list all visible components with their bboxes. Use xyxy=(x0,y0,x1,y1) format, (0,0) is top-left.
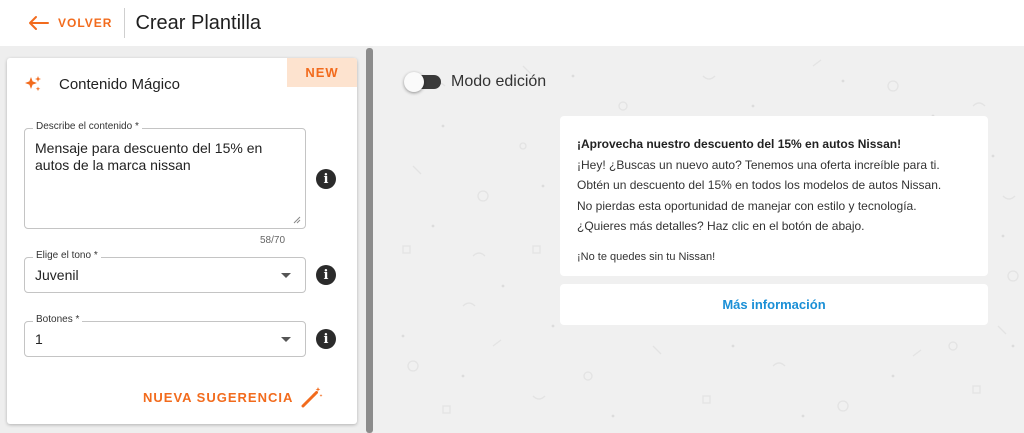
new-suggestion-button[interactable]: NUEVA SUGERENCIA xyxy=(143,386,323,408)
top-bar: VOLVER Crear Plantilla xyxy=(0,0,1024,46)
message-line: Obtén un descuento del 15% en todos los … xyxy=(577,178,942,192)
header-divider xyxy=(124,8,126,38)
more-info-button[interactable]: Más información xyxy=(560,284,988,325)
toggle-thumb xyxy=(404,72,424,92)
magic-content-card: NEW Contenido Mágico Describe el conteni… xyxy=(7,58,357,424)
buttons-value: 1 xyxy=(35,331,43,347)
left-panel: NEW Contenido Mágico Describe el conteni… xyxy=(0,46,365,433)
chevron-down-icon xyxy=(281,337,291,342)
tone-select[interactable]: Elige el tono * Juvenil xyxy=(24,250,306,293)
card-title: Contenido Mágico xyxy=(59,75,180,93)
sparkles-icon xyxy=(25,76,41,92)
message-preview-card: ¡Aprovecha nuestro descuento del 15% en … xyxy=(560,116,988,276)
info-icon[interactable]: i xyxy=(316,265,336,285)
message-footer: ¡No te quedes sin tu Nissan! xyxy=(577,250,716,263)
info-icon[interactable]: i xyxy=(316,169,336,189)
preview-area: Modo edición ¡Aprovecha nuestro descuent… xyxy=(373,46,1024,433)
message-title: ¡Aprovecha nuestro descuento del 15% en … xyxy=(577,137,902,151)
description-textarea[interactable]: Describe el contenido * Mensaje para des… xyxy=(24,121,306,229)
resize-grip-icon[interactable] xyxy=(293,216,301,224)
tone-value: Juvenil xyxy=(35,267,79,283)
edit-mode-label: Modo edición xyxy=(451,73,547,90)
page-title: Crear Plantilla xyxy=(135,11,262,34)
new-badge: NEW xyxy=(287,58,357,87)
char-counter: 58/70 xyxy=(260,235,286,246)
buttons-label: Botones * xyxy=(33,314,83,325)
magic-wand-icon xyxy=(301,387,323,408)
buttons-select[interactable]: Botones * 1 xyxy=(24,314,306,357)
description-label: Describe el contenido * xyxy=(33,121,142,132)
edit-mode-toggle[interactable]: Modo edición xyxy=(404,72,547,92)
new-suggestion-label: NUEVA SUGERENCIA xyxy=(143,389,294,405)
back-button[interactable]: VOLVER xyxy=(27,15,112,31)
message-line: No pierdas esta oportunidad de manejar c… xyxy=(577,198,917,213)
message-line: ¡Hey! ¿Buscas un nuevo auto? Tenemos una… xyxy=(577,157,940,172)
arrow-left-icon xyxy=(29,16,49,30)
panel-splitter[interactable] xyxy=(365,46,373,433)
info-icon[interactable]: i xyxy=(316,329,336,349)
chevron-down-icon xyxy=(281,273,291,278)
tone-label: Elige el tono * xyxy=(33,250,101,261)
card-header: Contenido Mágico xyxy=(24,75,180,93)
message-line: ¿Quieres más detalles? Haz clic en el bo… xyxy=(577,219,865,233)
splitter-handle[interactable] xyxy=(366,48,373,433)
description-value: Mensaje para descuento del 15% en autos … xyxy=(35,140,263,173)
back-label: VOLVER xyxy=(58,16,113,30)
toggle-track[interactable] xyxy=(404,72,441,92)
